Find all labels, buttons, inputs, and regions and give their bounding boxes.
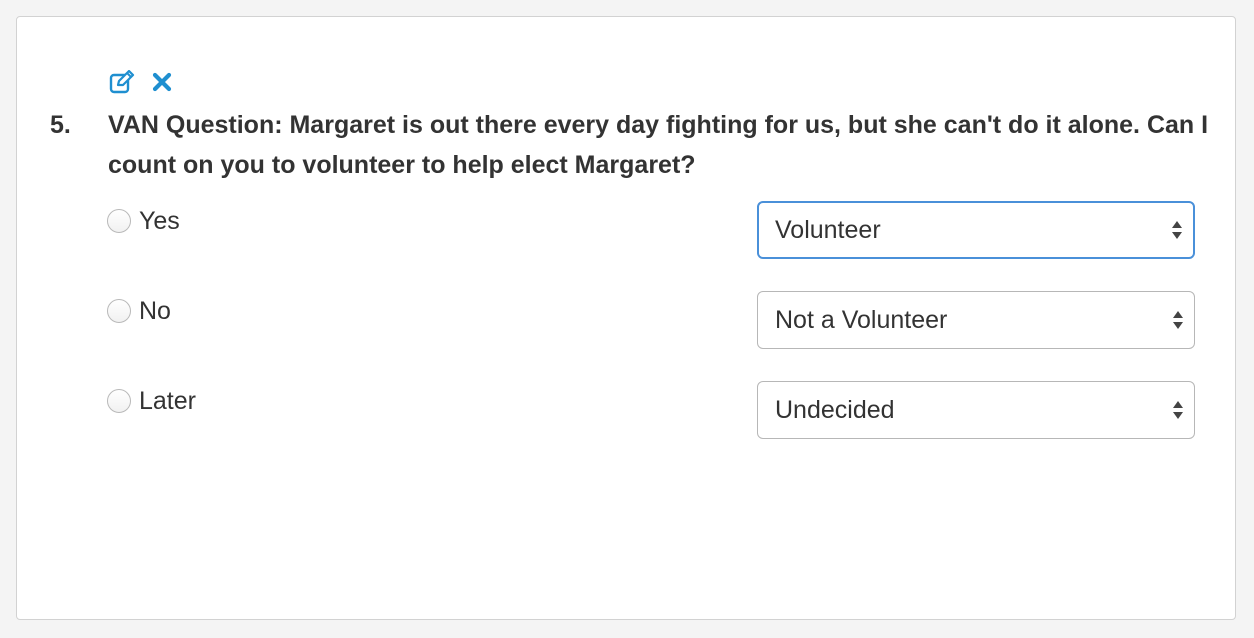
question-number: 5. xyxy=(50,111,71,139)
select-yes-mapping[interactable]: Volunteer xyxy=(757,201,1195,259)
select-arrows-icon xyxy=(1173,401,1183,419)
select-later-value: Undecided xyxy=(775,395,895,424)
question-title: 5. VAN Question: Margaret is out there ev… xyxy=(50,105,1218,185)
select-arrows-icon xyxy=(1173,311,1183,329)
question-panel: 5. VAN Question: Margaret is out there ev… xyxy=(16,16,1236,620)
radio-no[interactable] xyxy=(107,299,131,323)
close-icon[interactable] xyxy=(149,69,175,95)
option-label-later: Later xyxy=(139,386,196,415)
question-text: VAN Question: Margaret is out there ever… xyxy=(108,111,1209,179)
option-row-no[interactable]: No xyxy=(107,296,171,326)
radio-later[interactable] xyxy=(107,389,131,413)
select-yes-value: Volunteer xyxy=(775,215,881,244)
select-arrows-icon xyxy=(1172,221,1182,239)
select-later-mapping[interactable]: Undecided xyxy=(757,381,1195,439)
radio-yes[interactable] xyxy=(107,209,131,233)
option-label-yes: Yes xyxy=(139,206,180,235)
option-row-yes[interactable]: Yes xyxy=(107,206,180,236)
question-actions xyxy=(109,69,175,95)
option-label-no: No xyxy=(139,296,171,325)
edit-icon[interactable] xyxy=(109,69,135,95)
option-row-later[interactable]: Later xyxy=(107,386,196,416)
select-no-mapping[interactable]: Not a Volunteer xyxy=(757,291,1195,349)
select-no-value: Not a Volunteer xyxy=(775,305,948,334)
